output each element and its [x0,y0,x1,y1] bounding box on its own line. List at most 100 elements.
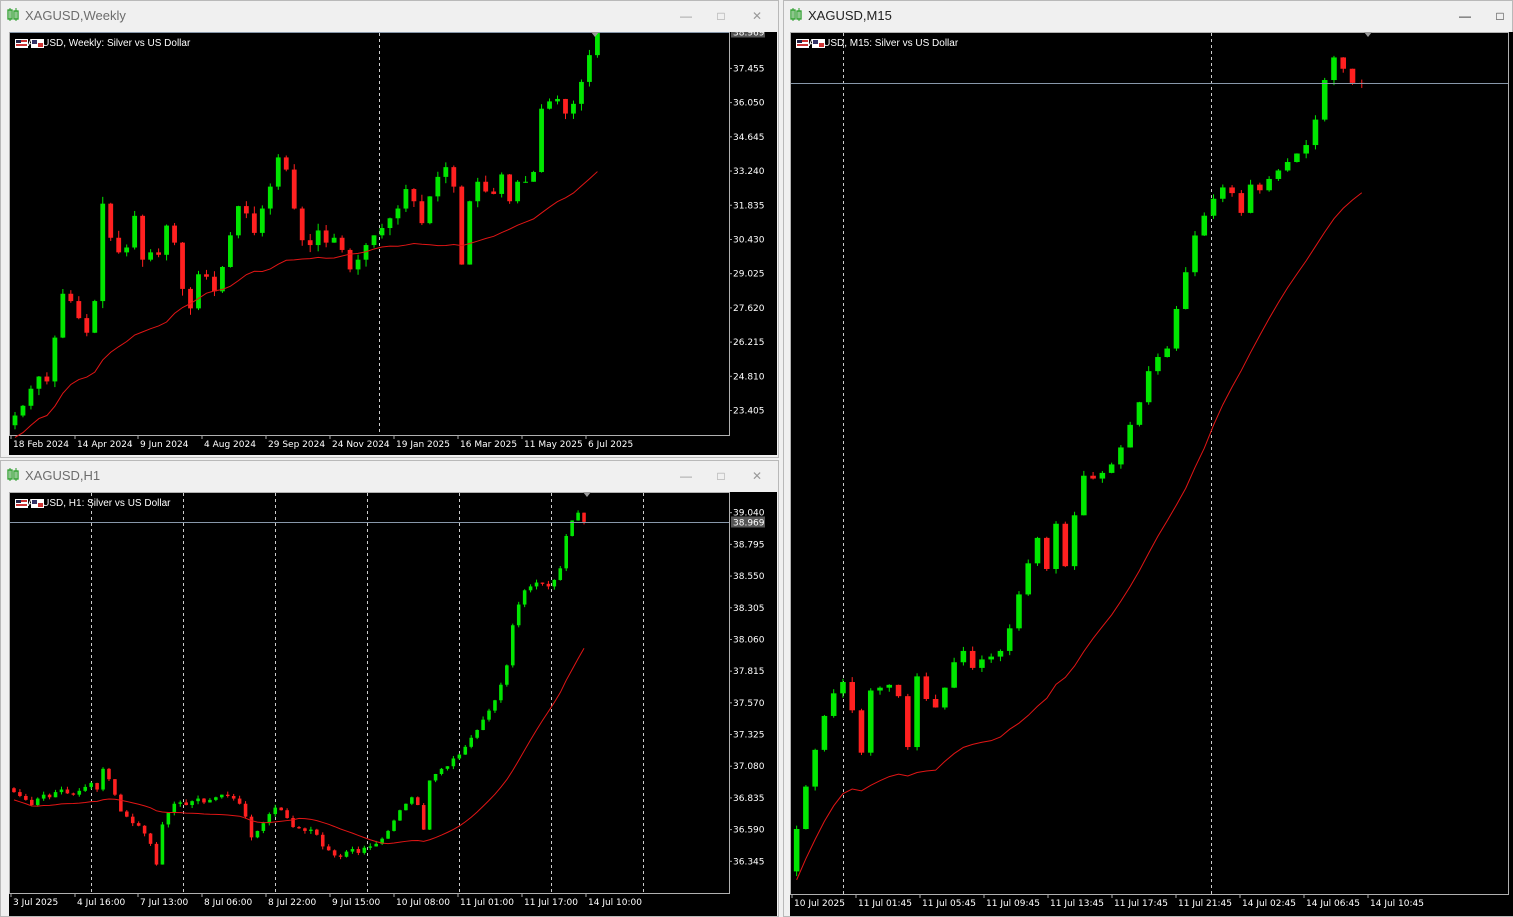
candle-body [435,176,441,197]
shift-marker-icon [1364,32,1372,37]
time-tick-label: 11 Jul 01:00 [460,898,514,908]
candle-body [374,843,378,847]
candle-body [1053,523,1059,569]
candle-body [858,710,865,753]
minimize-icon[interactable]: — [1454,7,1476,25]
maximize-icon[interactable]: □ [1489,7,1511,25]
time-tick-label: 19 Jan 2025 [396,440,450,450]
candle-body [821,715,828,750]
maximize-icon[interactable]: □ [710,7,732,25]
candle-body [60,293,66,338]
candle-body [457,754,462,759]
m15-title-bar[interactable]: XAGUSD,M15 — □ [784,1,1512,31]
candle-body [867,690,874,753]
candle-body [1210,198,1217,216]
candle-body [505,665,509,685]
candle-body [332,850,337,856]
candle-body [463,746,468,755]
candle-body [89,783,93,787]
candle-body [41,794,46,799]
candle-body [297,827,301,829]
candle-body [140,215,146,260]
candle-body [315,230,321,246]
candle-body [507,174,513,202]
h1-svg: 38.96939.040 38.795 38.550 38.305 38.060 37.8… [9,492,765,908]
candle-body [523,181,528,183]
candle-body [1043,537,1050,569]
candle-body [100,203,106,302]
candle-body [439,768,444,774]
time-tick-label: 8 Jul 06:00 [204,898,253,908]
minimize-icon[interactable]: — [675,7,697,25]
time-tick-label: 14 Jul 02:45 [1242,899,1296,909]
m15-chart-area[interactable]: XAGUSD, M15: Silver vs US Dollar 10 Jul … [790,32,1513,916]
candle-body [979,659,985,668]
candle-body [261,823,266,831]
weekly-title-bar[interactable]: XAGUSD,Weekly — □ ✕ [1,1,778,31]
h1-chart-window[interactable]: XAGUSD,H1 — □ ✕ XAGUSD, H1: Silver vs US… [0,460,779,917]
m15-chart-window[interactable]: XAGUSD,M15 — □ XAGUSD, M15: Silver vs US… [783,0,1513,917]
candle-body [225,794,230,796]
candle-body [1247,184,1254,213]
candle-body [840,682,846,694]
candle-body [323,230,329,243]
shift-marker-icon [583,492,591,497]
candle-body [877,687,883,691]
minimize-icon[interactable]: — [675,467,697,485]
candle-body [469,737,473,747]
time-tick-label: 11 Jul 05:45 [922,899,976,909]
time-tick-label: 18 Feb 2024 [13,440,69,450]
candle-body [119,794,123,812]
candle-body [68,293,74,302]
candle-body [1275,170,1282,179]
weekly-chart-window[interactable]: XAGUSD,Weekly — □ ✕ XAGUSD, Weekly: Silv… [0,0,779,458]
candle-body [571,103,576,114]
candle-body [1034,537,1041,564]
candle-body [259,208,265,233]
candle-body [528,586,533,591]
candle-body [905,696,911,748]
candle-body [12,415,18,426]
candle-body [546,583,551,587]
price-tick-label: 36.345 [733,857,765,867]
plot-border [9,32,730,436]
close-icon[interactable]: ✕ [746,7,768,25]
moving-average-line [796,192,1363,881]
candle-body [339,237,345,250]
candlestick-icon [789,8,803,27]
candle-body [988,656,994,660]
candle-body [164,225,169,255]
candle-body [237,798,242,804]
h1-title-bar[interactable]: XAGUSD,H1 — □ ✕ [1,461,778,491]
close-icon[interactable]: ✕ [746,467,768,485]
candle-body [395,208,401,219]
candle-body [52,337,58,382]
candle-body [1182,272,1189,309]
price-tick-label: 31.835 [733,201,765,211]
candle-body [1155,357,1161,372]
price-tick-label: 38.060 [733,635,765,645]
candle-body [116,237,122,253]
candle-body [443,167,449,177]
candle-body [914,676,920,748]
h1-chart-area[interactable]: XAGUSD, H1: Silver vs US Dollar 38.969 39… [9,492,777,916]
candle-body [433,773,438,781]
candle-body [59,789,64,793]
candle-body [1331,57,1337,81]
candle-body [960,650,967,663]
candle-body [132,215,138,248]
candle-body [148,833,153,844]
candle-body [125,811,129,817]
candle-body [1071,515,1078,567]
candle-body [84,318,90,333]
candle-body [166,812,171,825]
time-tick-label: 11 Jul 09:45 [986,899,1040,909]
candle-body [534,582,539,587]
candle-body [255,830,260,838]
weekly-chart-area[interactable]: XAGUSD, Weekly: Silver vs US Dollar 38.9… [9,32,777,455]
candle-body [404,803,408,811]
maximize-icon[interactable]: □ [710,467,732,485]
candle-body [576,512,580,521]
current-price-label: 38.969 [733,32,765,39]
price-tick-label: 38.305 [733,604,765,614]
